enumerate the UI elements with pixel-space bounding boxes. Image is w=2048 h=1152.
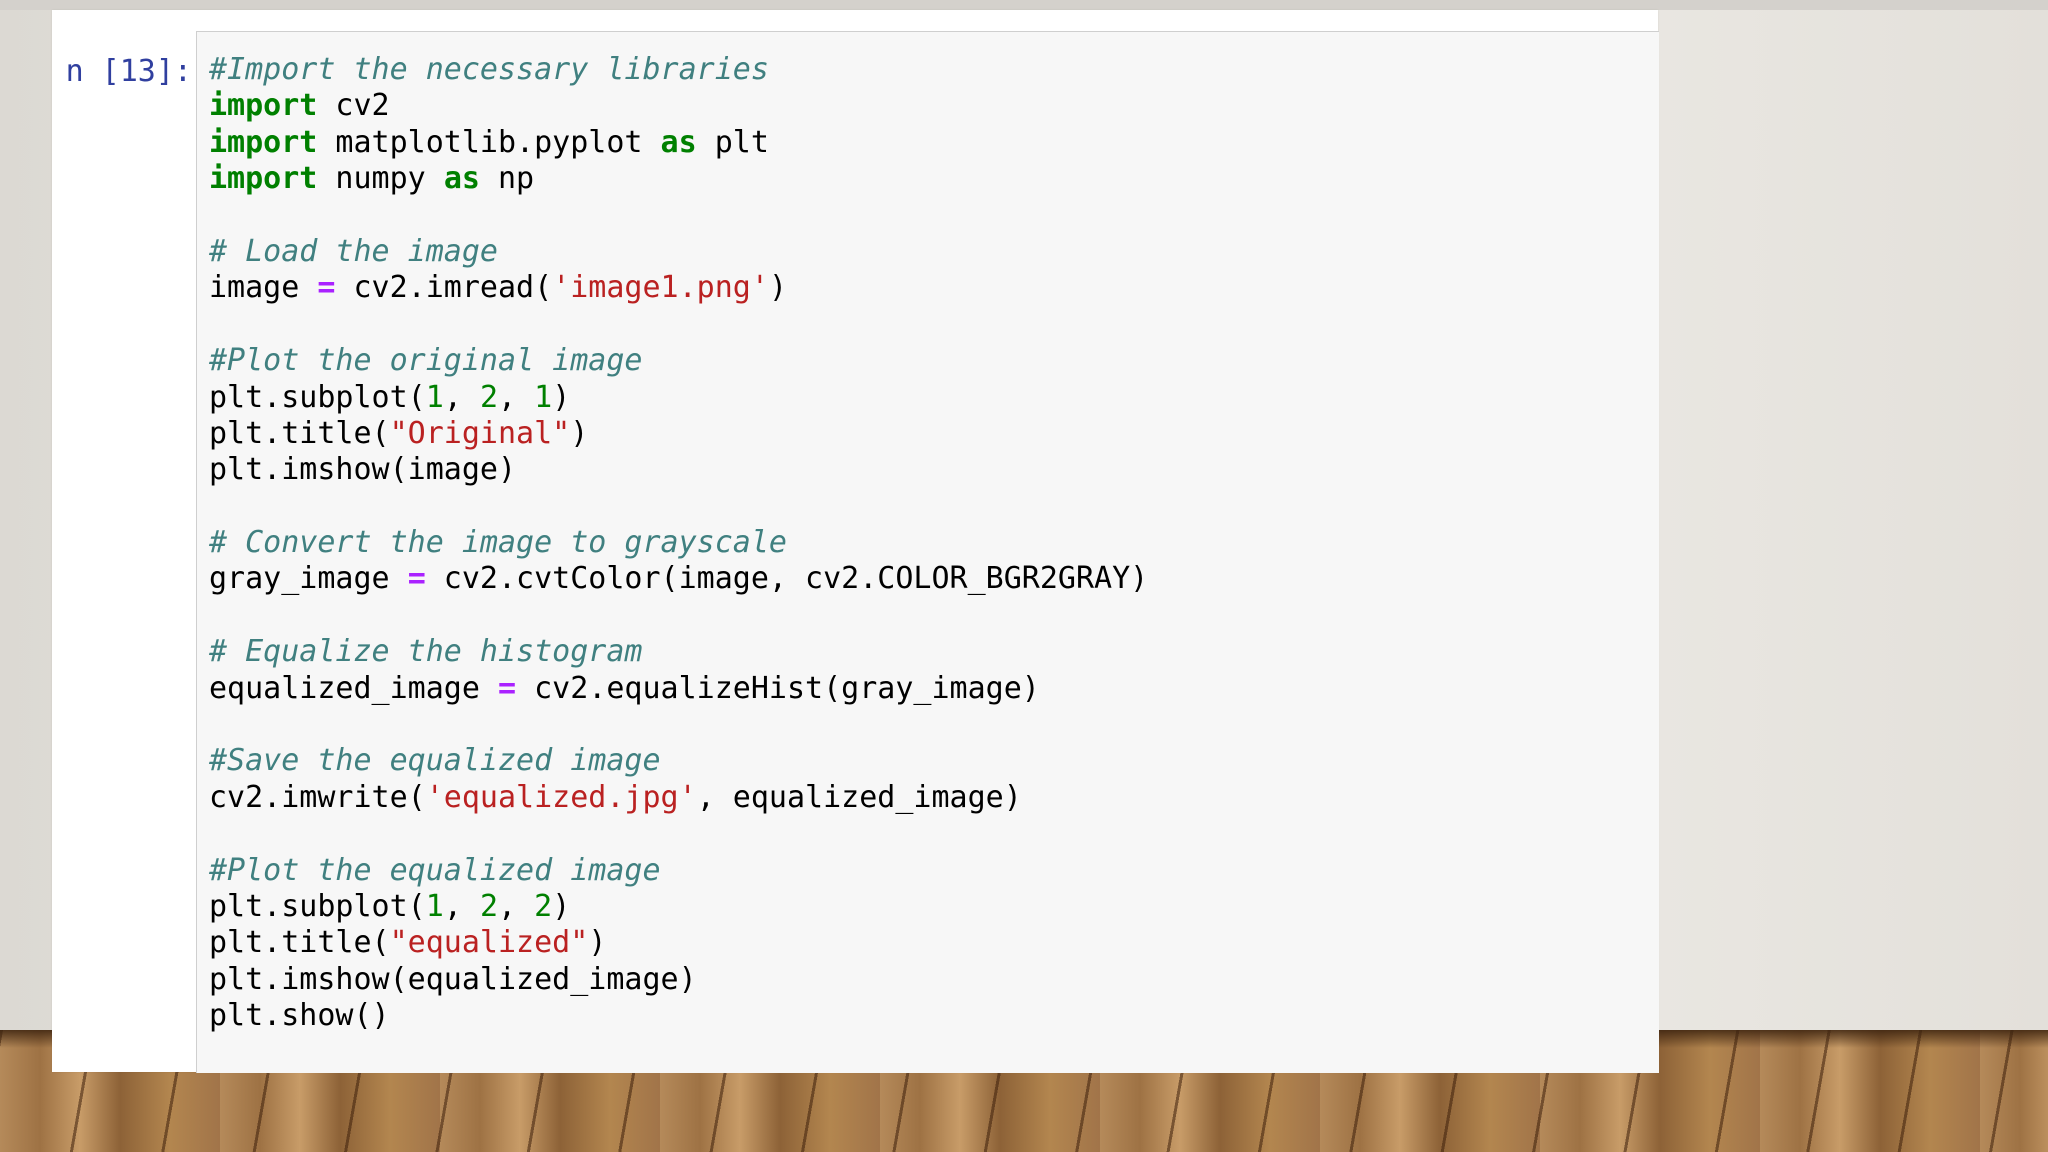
code-text: , <box>443 888 480 924</box>
code-text: cv2.cvtColor(image, cv2.COLOR_BGR2GRAY) <box>425 561 1149 597</box>
code-text: equalized_image <box>209 670 498 706</box>
notebook-panel: n [13]: #Import the necessary libraries i… <box>52 10 1659 1073</box>
code-operator: = <box>317 270 336 306</box>
code-keyword: as <box>660 124 697 160</box>
code-text: plt.subplot( <box>209 888 426 924</box>
code-line: import matplotlib.pyplot as plt <box>209 125 1148 161</box>
code-text: cv2 <box>317 88 390 124</box>
code-line: #Plot the equalized image <box>209 853 1148 889</box>
code-number: 1 <box>425 379 444 415</box>
code-comment: # Convert the image to grayscale <box>209 525 787 561</box>
code-line: # Equalize the histogram <box>209 634 1148 670</box>
code-string: 'equalized.jpg' <box>425 779 697 815</box>
code-text: gray_image <box>209 561 408 597</box>
code-text: plt.show() <box>209 998 390 1034</box>
code-line: # Convert the image to grayscale <box>209 525 1148 561</box>
code-string: "Original" <box>389 415 571 451</box>
code-text: ) <box>552 888 571 924</box>
code-line: #Plot the original image <box>209 343 1148 379</box>
code-number: 2 <box>479 888 498 924</box>
code-editor[interactable]: #Import the necessary libraries import cv… <box>209 52 1148 1035</box>
code-comment: #Plot the equalized image <box>209 852 661 888</box>
code-keyword: import <box>209 124 318 160</box>
code-text: cv2.equalizeHist(gray_image) <box>516 670 1040 706</box>
code-line: plt.title("Original") <box>209 416 1148 452</box>
code-text: , equalized_image) <box>696 779 1022 815</box>
code-line: cv2.imwrite('equalized.jpg', equalized_i… <box>209 780 1148 816</box>
code-operator: = <box>407 561 426 597</box>
code-text: ) <box>570 415 589 451</box>
code-line: plt.subplot(1, 2, 2) <box>209 889 1148 925</box>
code-text: ) <box>768 270 787 306</box>
code-line: equalized_image = cv2.equalizeHist(gray_… <box>209 671 1148 707</box>
code-text: numpy <box>317 161 444 197</box>
code-comment: #Save the equalized image <box>209 743 661 779</box>
code-comment: #Plot the original image <box>209 343 643 379</box>
code-line: plt.show() <box>209 998 1148 1034</box>
code-text: matplotlib.pyplot <box>317 124 661 160</box>
code-string: 'image1.png' <box>552 270 769 306</box>
code-operator: = <box>497 670 517 706</box>
code-text: plt.imshow(equalized_image) <box>209 961 697 997</box>
code-comment: #Import the necessary libraries <box>209 52 769 87</box>
slide-top-edge <box>0 0 2048 10</box>
code-line: plt.imshow(equalized_image) <box>209 962 1148 998</box>
code-keyword: as <box>443 161 480 197</box>
code-text: plt.imshow(image) <box>209 452 517 488</box>
code-text: image <box>209 270 318 306</box>
code-number: 2 <box>534 888 553 924</box>
code-number: 1 <box>425 888 444 924</box>
code-line: import cv2 <box>209 88 1148 124</box>
code-line: plt.title("equalized") <box>209 925 1148 961</box>
code-line: #Import the necessary libraries <box>209 52 1148 88</box>
input-prompt: n [13]: <box>65 54 192 89</box>
code-cell[interactable]: #Import the necessary libraries import cv… <box>196 31 1659 1073</box>
code-line: #Save the equalized image <box>209 743 1148 779</box>
code-number: 2 <box>479 379 498 415</box>
code-text: plt.title( <box>209 415 390 451</box>
code-text: plt.title( <box>209 925 390 961</box>
code-text: cv2.imread( <box>335 270 553 306</box>
code-text: plt <box>696 124 769 160</box>
code-string: "equalized" <box>389 925 589 961</box>
code-text: plt.subplot( <box>209 379 426 415</box>
code-line: plt.imshow(image) <box>209 452 1148 488</box>
code-text: , <box>443 379 480 415</box>
code-text: cv2.imwrite( <box>209 779 426 815</box>
code-text: ) <box>588 925 607 961</box>
code-text: , <box>498 379 535 415</box>
code-text: np <box>479 161 535 197</box>
code-keyword: import <box>209 88 318 124</box>
code-line: plt.subplot(1, 2, 1) <box>209 380 1148 416</box>
code-line: import numpy as np <box>209 161 1148 197</box>
code-text: ) <box>552 379 571 415</box>
code-number: 1 <box>534 379 553 415</box>
code-keyword: import <box>209 161 318 197</box>
code-comment: # Equalize the histogram <box>209 634 643 670</box>
code-line: image = cv2.imread('image1.png') <box>209 270 1148 306</box>
code-comment: # Load the image <box>209 233 498 269</box>
code-line: gray_image = cv2.cvtColor(image, cv2.COL… <box>209 561 1148 597</box>
code-text: , <box>498 888 535 924</box>
code-line: # Load the image <box>209 234 1148 270</box>
